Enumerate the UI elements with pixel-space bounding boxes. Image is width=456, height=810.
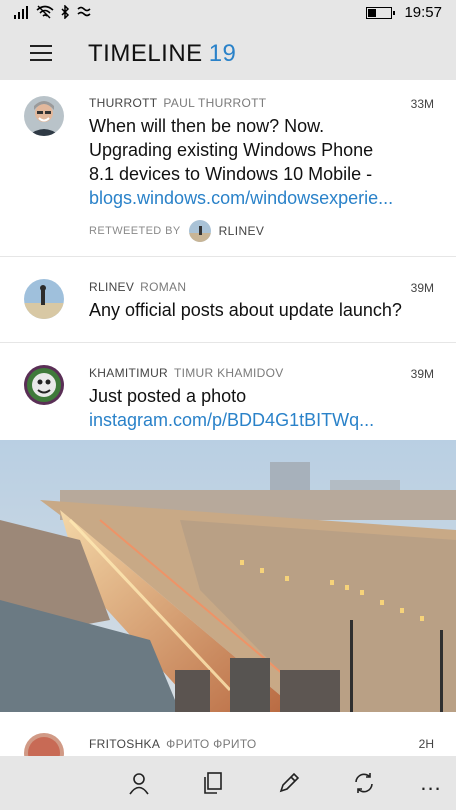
profile-icon[interactable]	[126, 770, 152, 796]
tweet-fullname: PAUL THURROTT	[163, 96, 267, 110]
tweet-header: FRITOSHKA ФРИТО ФРИТО	[89, 737, 434, 751]
tweet-fullname: ROMAN	[140, 280, 187, 294]
tweet-photo[interactable]	[0, 440, 456, 712]
tweet-header: THURROTT PAUL THURROTT	[89, 96, 434, 110]
bluetooth-icon	[60, 4, 70, 24]
page-title-text: TIMELINE	[88, 40, 203, 67]
status-icons-left	[14, 4, 92, 24]
compose-icon[interactable]	[276, 770, 302, 796]
tweet-item[interactable]: 39M KHAMITIMUR TIMUR KHAMIDOV Just posted…	[0, 343, 456, 756]
status-bar: 19:57	[0, 0, 456, 28]
tweet-header: KHAMITIMUR TIMUR KHAMIDOV	[89, 366, 434, 380]
tweet-handle[interactable]: THURROTT	[89, 96, 157, 110]
tweet-text: Just posted a photo	[89, 386, 247, 406]
battery-icon	[366, 6, 396, 19]
tweet-item[interactable]: 33M THURROTT PAUL THURROTT When will then…	[0, 80, 456, 257]
status-time: 19:57	[404, 4, 442, 21]
location-icon	[76, 5, 92, 24]
tweet-link[interactable]: blogs.windows.com/windowsexperie...	[89, 186, 419, 210]
retweeter-name[interactable]: RLINEV	[219, 224, 265, 238]
tweet-fullname: TIMUR KHAMIDOV	[174, 366, 284, 380]
signal-icon	[14, 5, 30, 24]
app-bar: TIMELINE 19	[0, 28, 456, 80]
tweet-fullname: ФРИТО ФРИТО	[166, 737, 257, 751]
tweet-text: Any official posts about update launch?	[89, 300, 402, 320]
wifi-icon	[36, 5, 54, 24]
hamburger-menu-icon[interactable]	[30, 45, 52, 61]
tweet-handle[interactable]: FRITOSHKA	[89, 737, 160, 751]
tweet-text: When will then be now? Now. Upgrading ex…	[89, 116, 374, 184]
tweet-handle[interactable]: RLINEV	[89, 280, 134, 294]
avatar[interactable]	[24, 365, 64, 405]
tweet-handle[interactable]: KHAMITIMUR	[89, 366, 168, 380]
drafts-icon[interactable]	[200, 770, 226, 796]
tweet-item[interactable]: 39M RLINEV ROMAN Any official posts about…	[0, 257, 456, 343]
timeline-feed[interactable]: 33M THURROTT PAUL THURROTT When will then…	[0, 80, 456, 756]
avatar[interactable]	[24, 279, 64, 319]
refresh-icon[interactable]	[351, 770, 377, 796]
page-title: TIMELINE 19	[88, 40, 236, 68]
tweet-link[interactable]: instagram.com/p/BDD4G1tBITWq...	[89, 408, 419, 432]
retweeter-avatar[interactable]	[188, 220, 211, 242]
more-icon[interactable]: ...	[418, 770, 444, 796]
bottom-app-bar: ...	[0, 756, 456, 810]
more-label: ...	[420, 770, 442, 795]
retweet-info: RETWEETED BY RLINEV	[89, 220, 434, 242]
retweeted-by-label: RETWEETED BY	[89, 225, 181, 237]
status-icons-right: 19:57	[366, 4, 442, 21]
avatar[interactable]	[24, 96, 64, 136]
tweet-header: RLINEV ROMAN	[89, 280, 434, 294]
unread-count: 19	[208, 40, 237, 67]
